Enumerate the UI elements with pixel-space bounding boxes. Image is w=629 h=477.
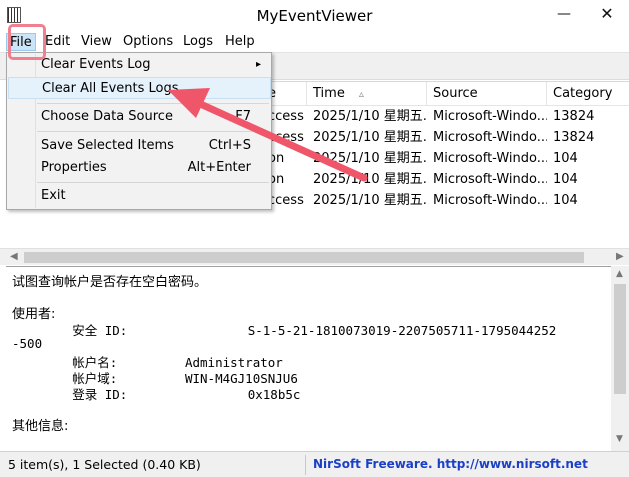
column-header-category[interactable]: Category bbox=[547, 82, 629, 106]
horizontal-scrollbar[interactable]: ◀ ▶ bbox=[0, 248, 629, 265]
vertical-scroll-thumb[interactable] bbox=[614, 284, 626, 394]
horizontal-scroll-thumb[interactable] bbox=[24, 252, 584, 263]
menu-item-save-selected-items[interactable]: Save Selected Items Ctrl+S bbox=[8, 135, 271, 157]
cell-category: 13824 bbox=[553, 109, 595, 124]
menu-help[interactable]: Help bbox=[222, 33, 258, 51]
scroll-down-icon[interactable]: ▼ bbox=[616, 434, 623, 444]
minimize-button[interactable]: — bbox=[542, 0, 586, 30]
window-title: MyEventViewer bbox=[256, 7, 373, 25]
cell-category: 104 bbox=[553, 193, 578, 208]
menu-item-shortcut: Alt+Enter bbox=[187, 160, 251, 175]
cell-time: 2025/1/10 星期五... bbox=[313, 151, 427, 166]
sort-ascending-icon: ▵ bbox=[358, 89, 364, 100]
cell-time: 2025/1/10 星期五... bbox=[313, 130, 427, 145]
menu-item-exit[interactable]: Exit bbox=[8, 185, 271, 207]
menu-options[interactable]: Options bbox=[120, 33, 176, 51]
cell-category: 104 bbox=[553, 151, 578, 166]
column-time-label: Time bbox=[313, 86, 345, 101]
cell-time: 2025/1/10 星期五... bbox=[313, 193, 427, 208]
scroll-up-icon[interactable]: ▲ bbox=[616, 269, 623, 279]
cell-time: 2025/1/10 星期五... bbox=[313, 109, 427, 124]
status-item-count: 5 item(s), 1 Selected (0.40 KB) bbox=[8, 457, 201, 472]
title-bar: MyEventViewer — ✕ bbox=[0, 0, 629, 32]
menu-item-properties[interactable]: Properties Alt+Enter bbox=[8, 157, 271, 179]
vertical-scrollbar[interactable]: ▲ ▼ bbox=[611, 266, 629, 451]
menu-item-label: Properties bbox=[41, 160, 107, 175]
cell-source: Microsoft-Windo... bbox=[433, 130, 547, 145]
menu-item-shortcut: F7 bbox=[235, 109, 251, 124]
cell-category: 13824 bbox=[553, 130, 595, 145]
event-description-pane[interactable]: 试图查询帐户是否存在空白密码。 使用者: 安全 ID: S-1-5-21-181… bbox=[6, 266, 629, 451]
description-line: 登录 ID: 0x18b5c bbox=[12, 387, 301, 402]
menu-item-label: Exit bbox=[41, 188, 66, 203]
menu-item-shortcut: Ctrl+S bbox=[208, 138, 251, 153]
menu-separator bbox=[37, 182, 269, 183]
nirsoft-link[interactable]: NirSoft Freeware. http://www.nirsoft.net bbox=[313, 457, 588, 471]
menu-item-label: Choose Data Source bbox=[41, 109, 173, 124]
description-line: 试图查询帐户是否存在空白密码。 bbox=[12, 275, 208, 290]
description-line: -500 bbox=[12, 336, 43, 351]
file-menu-highlight-annotation bbox=[8, 24, 46, 60]
cell-category: 104 bbox=[553, 172, 578, 187]
menu-item-label: Clear All Events Logs bbox=[42, 81, 179, 96]
cell-time: 2025/1/10 星期五... bbox=[313, 172, 427, 187]
cell-source: Microsoft-Windo... bbox=[433, 193, 547, 208]
cell-source: Microsoft-Windo... bbox=[433, 151, 547, 166]
menu-item-label: Clear Events Log bbox=[41, 57, 151, 72]
column-header-time[interactable]: Time ▵ bbox=[307, 82, 427, 106]
menu-item-clear-events-log[interactable]: Clear Events Log ▸ bbox=[8, 54, 271, 76]
menu-item-label: Save Selected Items bbox=[41, 138, 174, 153]
menu-bar: File Edit View Options Logs Help bbox=[0, 32, 629, 52]
menu-separator bbox=[37, 103, 269, 104]
file-menu-dropdown: Clear Events Log ▸ Clear All Events Logs… bbox=[6, 52, 272, 210]
status-separator bbox=[305, 455, 306, 475]
scroll-right-icon[interactable]: ▶ bbox=[616, 251, 624, 262]
menu-item-choose-data-source[interactable]: Choose Data Source F7 bbox=[8, 106, 271, 128]
cell-source: Microsoft-Windo... bbox=[433, 172, 547, 187]
description-line: 其他信息: bbox=[12, 419, 69, 434]
description-line: 安全 ID: S-1-5-21-1810073019-2207505711-17… bbox=[12, 323, 557, 338]
menu-view[interactable]: View bbox=[78, 33, 115, 51]
menu-separator bbox=[37, 131, 269, 132]
scroll-left-icon[interactable]: ◀ bbox=[10, 251, 18, 262]
close-button[interactable]: ✕ bbox=[585, 0, 629, 30]
menu-item-clear-all-events-logs[interactable]: Clear All Events Logs bbox=[8, 77, 271, 99]
menu-logs[interactable]: Logs bbox=[180, 33, 216, 51]
status-bar: 5 item(s), 1 Selected (0.40 KB) NirSoft … bbox=[0, 451, 629, 477]
submenu-arrow-icon: ▸ bbox=[255, 59, 261, 70]
column-header-source[interactable]: Source bbox=[427, 82, 547, 106]
menu-edit[interactable]: Edit bbox=[42, 33, 73, 51]
cell-source: Microsoft-Windo... bbox=[433, 109, 547, 124]
